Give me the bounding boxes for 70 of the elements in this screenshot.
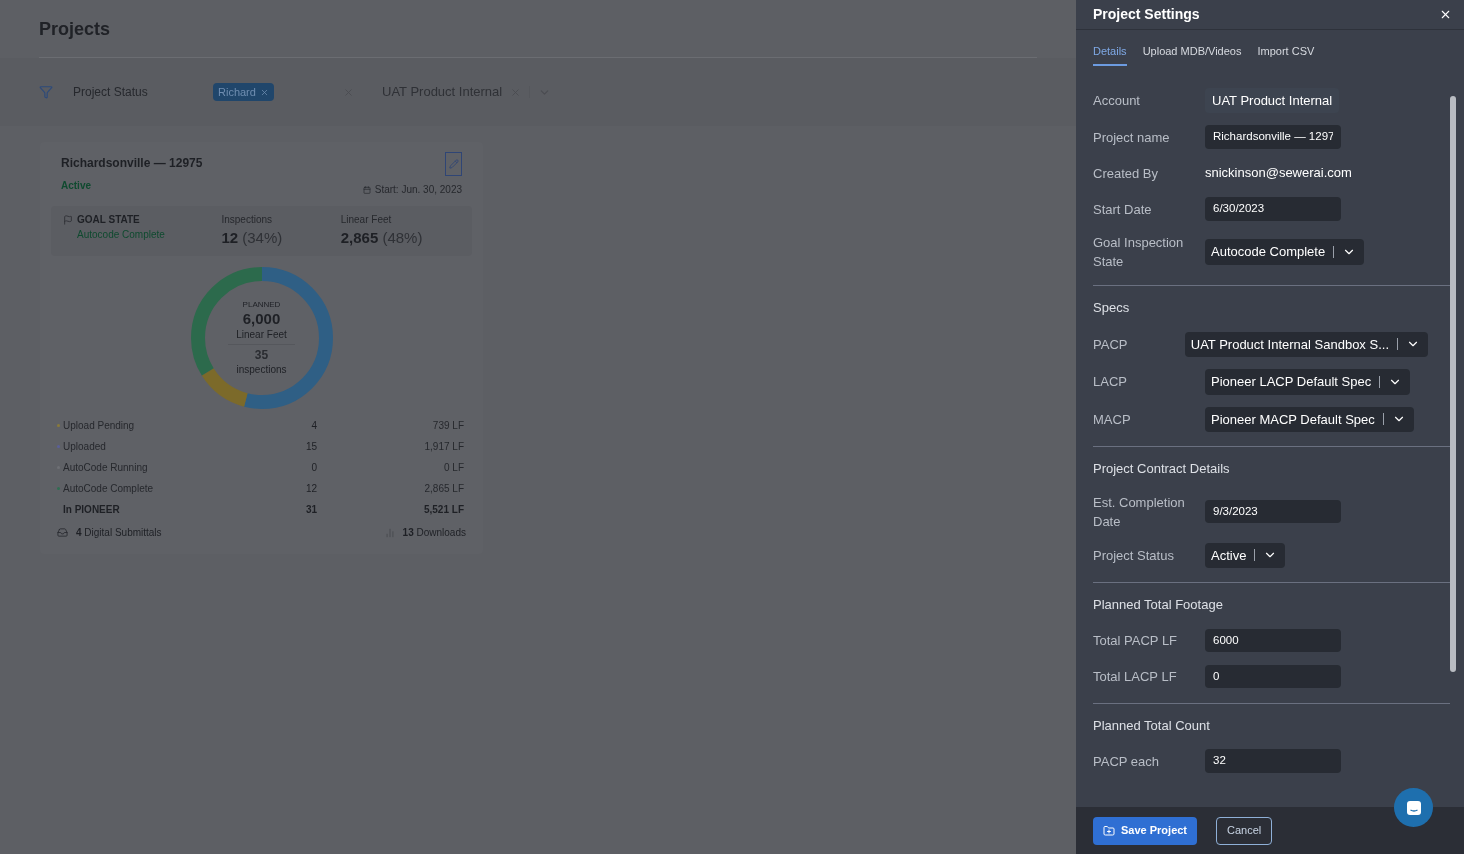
input-field[interactable]: 0 [1205,664,1341,689]
field-label: MACP [1093,410,1132,429]
inbox-icon [57,527,68,539]
field-label: Goal Inspection State [1093,234,1185,271]
close-icon[interactable] [1439,8,1452,21]
select-field[interactable]: Autocode Complete [1205,239,1365,265]
select-field[interactable]: Pioneer MACP Default Spec [1205,406,1414,432]
drawer-title: Project Settings [1093,5,1200,24]
account-value: UAT Product Internal [1205,87,1340,113]
field-label: Account [1093,91,1141,110]
field-label: LACP [1093,373,1128,392]
tab[interactable]: Upload MDB/Videos [1142,43,1242,66]
row-count: 15 [304,440,317,455]
input-field[interactable]: 32 [1205,749,1341,773]
folder-plus-icon [1103,824,1115,837]
section-title: Project Contract Details [1093,460,1231,478]
row-count: 31 [304,502,317,517]
input-field[interactable]: 6/30/2023 [1205,197,1341,221]
row-footage: 5,521 LF [422,502,464,517]
select-field[interactable]: UAT Product Internal Sandbox S... [1184,331,1428,357]
input-field[interactable]: 9/3/2023 [1205,499,1341,524]
field-label: Start Date [1093,200,1153,219]
page-title: Projects [39,18,112,41]
field-value: snickinson@sewerai.com [1205,164,1352,183]
row-label: AutoCode Running [63,461,148,475]
select-field[interactable]: Active [1205,542,1286,568]
row-count: 0 [310,461,317,475]
field-label: PACP each [1093,752,1160,771]
pencil-icon [448,159,459,169]
goal-value: Autocode Complete [76,228,166,242]
footage-unit: Linear Feet [228,326,295,345]
save-project-button[interactable]: Save Project [1093,816,1198,845]
tab[interactable]: Details [1093,43,1127,66]
calendar-icon [362,185,371,194]
field-label: Created By [1093,164,1160,183]
edit-button[interactable] [445,152,462,176]
field-label: PACP [1093,335,1129,354]
row-footage: 1,917 LF [423,440,464,455]
input-field[interactable]: 6000 [1205,628,1341,653]
select-field[interactable]: Pioneer LACP Default Spec [1205,369,1411,395]
planned-footage: 6,000 [242,310,281,327]
field-label: Project name [1093,128,1171,147]
flag-icon [63,214,73,225]
row-count: 12 [304,481,317,496]
field-label: Total LACP LF [1093,668,1178,686]
project-title: Richardsonville — 12975 [61,155,203,172]
row-count: 4 [310,419,317,434]
section-title: Specs [1093,299,1131,317]
remove-icon [259,87,269,97]
field-label: Total PACP LF [1093,632,1179,650]
row-footage: 739 LF [431,419,464,434]
row-footage: 2,865 LF [423,481,464,496]
tab[interactable]: Import CSV [1257,43,1315,66]
status-label: Active [61,179,92,193]
row-label: AutoCode Complete [63,481,154,496]
row-label: Uploaded [63,440,106,455]
filter-icon [39,85,53,99]
submittals-count: 4 Digital Submittals [76,526,162,541]
downloads-count: 13 Downloads [402,526,466,541]
cancel-button[interactable]: Cancel [1216,816,1273,845]
section-title: Planned Total Count [1093,716,1211,735]
field-label: Project Status [1093,546,1175,565]
field-label: Est. Completion Date [1093,493,1186,531]
chat-icon [1405,799,1422,816]
row-label: Upload Pending [63,419,135,434]
goal-label: GOAL STATE [77,213,140,227]
count-unit: inspections [236,362,287,377]
row-label: In PIONEER [63,502,120,517]
input-field[interactable]: Richardsonville — 1297 [1205,125,1341,149]
section-title: Planned Total Footage [1093,596,1224,614]
